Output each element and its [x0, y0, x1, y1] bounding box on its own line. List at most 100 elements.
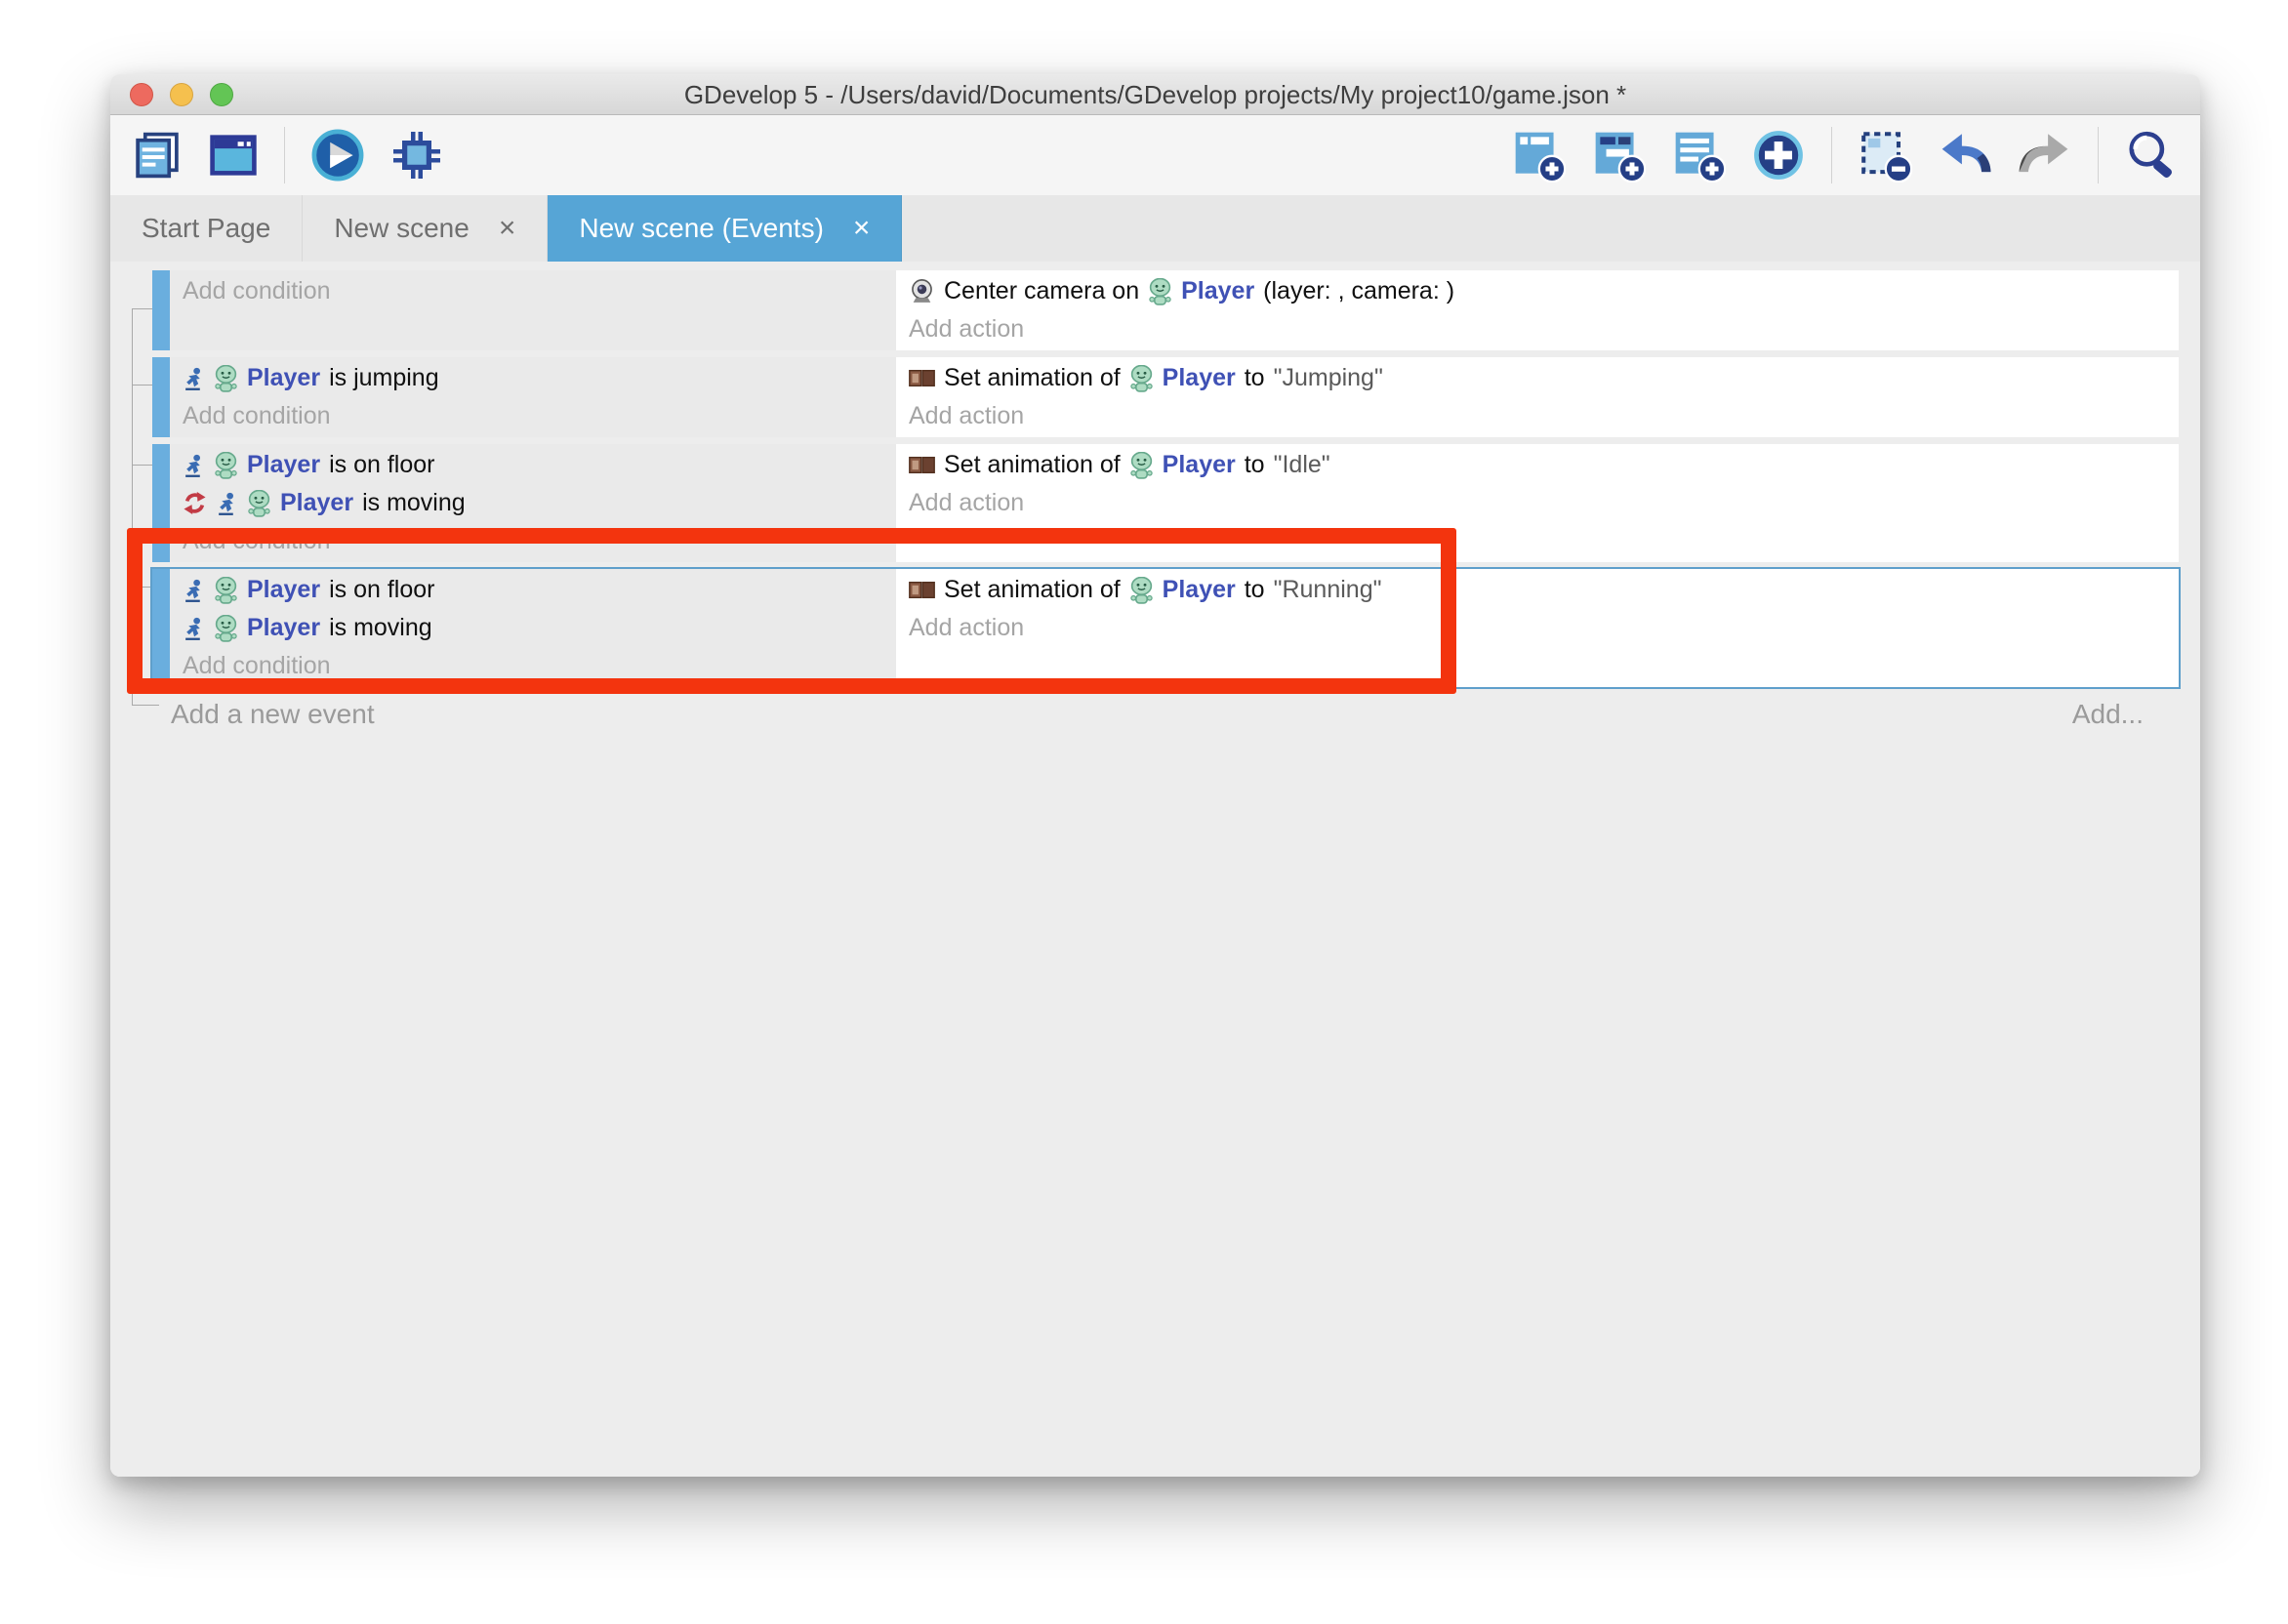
project-manager-icon: [132, 130, 183, 181]
add-condition-button[interactable]: Add condition: [170, 272, 896, 310]
add-condition-button[interactable]: Add condition: [170, 522, 896, 560]
camera-icon: [909, 278, 935, 304]
instruction-text: Player: [247, 451, 320, 479]
condition-row[interactable]: Player is moving: [170, 484, 896, 522]
event-handle-bar[interactable]: [152, 569, 170, 687]
debug-button[interactable]: [390, 129, 443, 182]
player-object-icon: [214, 365, 238, 392]
conditions-cell[interactable]: Add condition: [170, 270, 896, 350]
action-row[interactable]: Set animation of Player to "Idle": [896, 446, 2179, 484]
actions-cell[interactable]: Set animation of Player to "Jumping"Add …: [896, 357, 2179, 437]
add-action-button[interactable]: Add action: [896, 310, 2179, 348]
condition-row[interactable]: Player is moving: [170, 609, 896, 647]
action-row[interactable]: Set animation of Player to "Running": [896, 571, 2179, 609]
add-choose-button[interactable]: [1751, 128, 1806, 183]
actions-cell[interactable]: Center camera on Player (layer: , camera…: [896, 270, 2179, 350]
conditions-cell[interactable]: Player is on floorPlayer is movingAdd co…: [170, 569, 896, 687]
delete-event-button[interactable]: [1858, 128, 1912, 183]
search-button[interactable]: [2124, 128, 2179, 183]
delete-event-icon: [1858, 128, 1912, 183]
event-handle-bar[interactable]: [152, 270, 170, 350]
toolbar-separator: [284, 127, 285, 183]
instruction-text: is jumping: [329, 364, 439, 392]
tab-start-page[interactable]: Start Page: [110, 195, 303, 262]
toolbar-left-group: [132, 127, 443, 183]
condition-row[interactable]: Player is jumping: [170, 359, 896, 397]
event-row[interactable]: Add conditionCenter camera on Player (la…: [152, 270, 2179, 350]
event-handle-bar[interactable]: [152, 357, 170, 437]
instruction-text: Player: [1163, 451, 1236, 479]
events-sheet[interactable]: Add conditionCenter camera on Player (la…: [110, 262, 2200, 1477]
event-row[interactable]: Player is on floorPlayer is movingAdd co…: [152, 444, 2179, 562]
animation-icon: [909, 581, 935, 599]
tab-label: New scene (Events): [579, 213, 824, 244]
condition-row[interactable]: Player is on floor: [170, 571, 896, 609]
platformer-behavior-icon: [183, 366, 205, 391]
player-object-icon: [1129, 577, 1154, 604]
platformer-behavior-icon: [216, 491, 238, 516]
redo-button[interactable]: [2018, 128, 2072, 183]
add-action-button[interactable]: Add action: [896, 609, 2179, 647]
add-event-button[interactable]: [1511, 128, 1566, 183]
add-condition-button[interactable]: Add condition: [170, 397, 896, 435]
platformer-behavior-icon: [183, 578, 205, 603]
player-object-icon: [1129, 452, 1154, 479]
instruction-text: to: [1245, 576, 1265, 604]
tab-close-icon[interactable]: ×: [853, 214, 871, 243]
add-condition-button[interactable]: Add condition: [170, 647, 896, 685]
window-body: GDevelop 5 - /Users/david/Documents/GDev…: [110, 74, 2200, 1477]
add-new-event-button[interactable]: Add a new event: [171, 699, 375, 730]
add-comment-button[interactable]: [1671, 128, 1726, 183]
instruction-text: is moving: [329, 614, 432, 642]
tab-new-scene-events[interactable]: New scene (Events) ×: [548, 195, 902, 262]
event-handle-bar[interactable]: [152, 444, 170, 562]
instruction-text: Set animation of: [944, 364, 1121, 392]
player-object-icon: [214, 615, 238, 642]
toolbar-separator: [2098, 127, 2099, 183]
conditions-cell[interactable]: Player is on floorPlayer is movingAdd co…: [170, 444, 896, 562]
instruction-text: Set animation of: [944, 451, 1121, 479]
conditions-cell[interactable]: Player is jumpingAdd condition: [170, 357, 896, 437]
invert-condition-icon: [183, 491, 207, 515]
add-action-button[interactable]: Add action: [896, 484, 2179, 522]
toolbar-right-group: [1511, 127, 2179, 183]
preview-button[interactable]: [310, 128, 365, 183]
add-subevent-button[interactable]: [1591, 128, 1646, 183]
actions-cell[interactable]: Set animation of Player to "Idle"Add act…: [896, 444, 2179, 562]
event-row[interactable]: Player is jumpingAdd conditionSet animat…: [152, 357, 2179, 437]
tab-new-scene[interactable]: New scene ×: [303, 195, 548, 262]
gdevelop-window: GDevelop 5 - /Users/david/Documents/GDev…: [110, 74, 2200, 1477]
add-action-button[interactable]: Add action: [896, 397, 2179, 435]
toolbar: [110, 115, 2200, 195]
player-object-icon: [247, 490, 271, 517]
actions-cell[interactable]: Set animation of Player to "Running"Add …: [896, 569, 2179, 687]
add-more-button[interactable]: Add...: [2072, 699, 2144, 730]
scene-editor-icon: [208, 130, 259, 181]
project-manager-button[interactable]: [132, 130, 183, 181]
player-object-icon: [1129, 365, 1154, 392]
player-object-icon: [214, 452, 238, 479]
tab-bar: Start Page New scene × New scene (Events) ×: [110, 195, 2200, 262]
instruction-text: Player: [1163, 364, 1236, 392]
window-title: GDevelop 5 - /Users/david/Documents/GDev…: [110, 80, 2200, 110]
tab-close-icon[interactable]: ×: [499, 214, 516, 243]
redo-icon: [2018, 128, 2072, 183]
action-row[interactable]: Center camera on Player (layer: , camera…: [896, 272, 2179, 310]
platformer-behavior-icon: [183, 616, 205, 641]
animation-icon: [909, 456, 935, 474]
preview-icon: [310, 128, 365, 183]
instruction-text: Set animation of: [944, 576, 1121, 604]
tab-label: New scene: [334, 213, 470, 244]
action-row[interactable]: Set animation of Player to "Jumping": [896, 359, 2179, 397]
scene-editor-button[interactable]: [208, 130, 259, 181]
event-row-selected[interactable]: Player is on floorPlayer is movingAdd co…: [152, 569, 2179, 687]
instruction-text: to: [1245, 364, 1265, 392]
search-icon: [2124, 128, 2179, 183]
instruction-text: "Idle": [1274, 451, 1330, 479]
condition-row[interactable]: Player is on floor: [170, 446, 896, 484]
platformer-behavior-icon: [183, 453, 205, 478]
toolbar-separator: [1831, 127, 1832, 183]
titlebar[interactable]: GDevelop 5 - /Users/david/Documents/GDev…: [110, 74, 2200, 115]
instruction-text: Center camera on: [944, 277, 1139, 305]
undo-button[interactable]: [1938, 128, 1992, 183]
